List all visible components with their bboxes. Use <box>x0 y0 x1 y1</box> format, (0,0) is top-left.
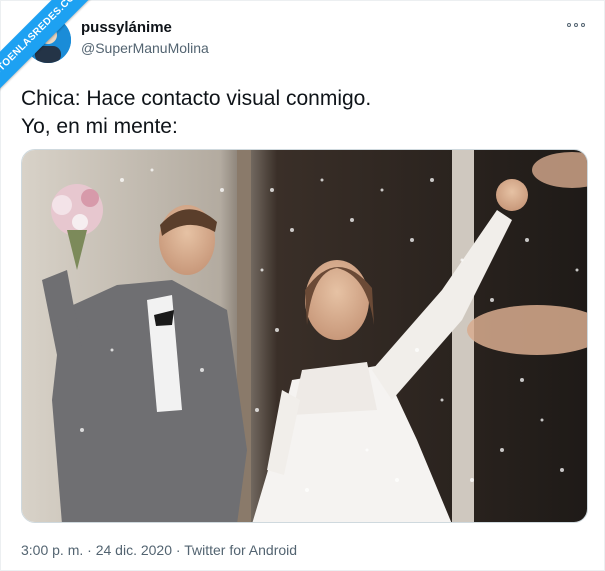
tweet-time[interactable]: 3:00 p. m. <box>21 542 83 558</box>
display-name[interactable]: pussylánime <box>81 19 172 36</box>
tweet-meta: 3:00 p. m. · 24 dic. 2020 · Twitter for … <box>21 542 297 558</box>
watermark-text: VISTOENLASREDES.COM <box>0 0 84 86</box>
user-handle[interactable]: @SuperManuMolina <box>81 40 209 56</box>
tweet-text-line: Yo, en mi mente: <box>21 115 178 138</box>
wedding-photo <box>22 150 587 522</box>
tweet-text: Chica: Hace contacto visual conmigo. Yo,… <box>21 85 371 141</box>
meta-separator: · <box>87 542 92 558</box>
tweet-text-line: Chica: Hace contacto visual conmigo. <box>21 87 372 110</box>
meta-separator: · <box>175 542 181 558</box>
tweet-source[interactable]: Twitter for Android <box>184 542 297 558</box>
tweet-media-photo[interactable] <box>21 149 588 523</box>
more-icon[interactable] <box>566 19 586 31</box>
tweet-card: VISTOENLASREDES.COM pussylánime @SuperMa… <box>0 0 605 571</box>
tweet-date[interactable]: 24 dic. 2020 <box>96 542 172 558</box>
